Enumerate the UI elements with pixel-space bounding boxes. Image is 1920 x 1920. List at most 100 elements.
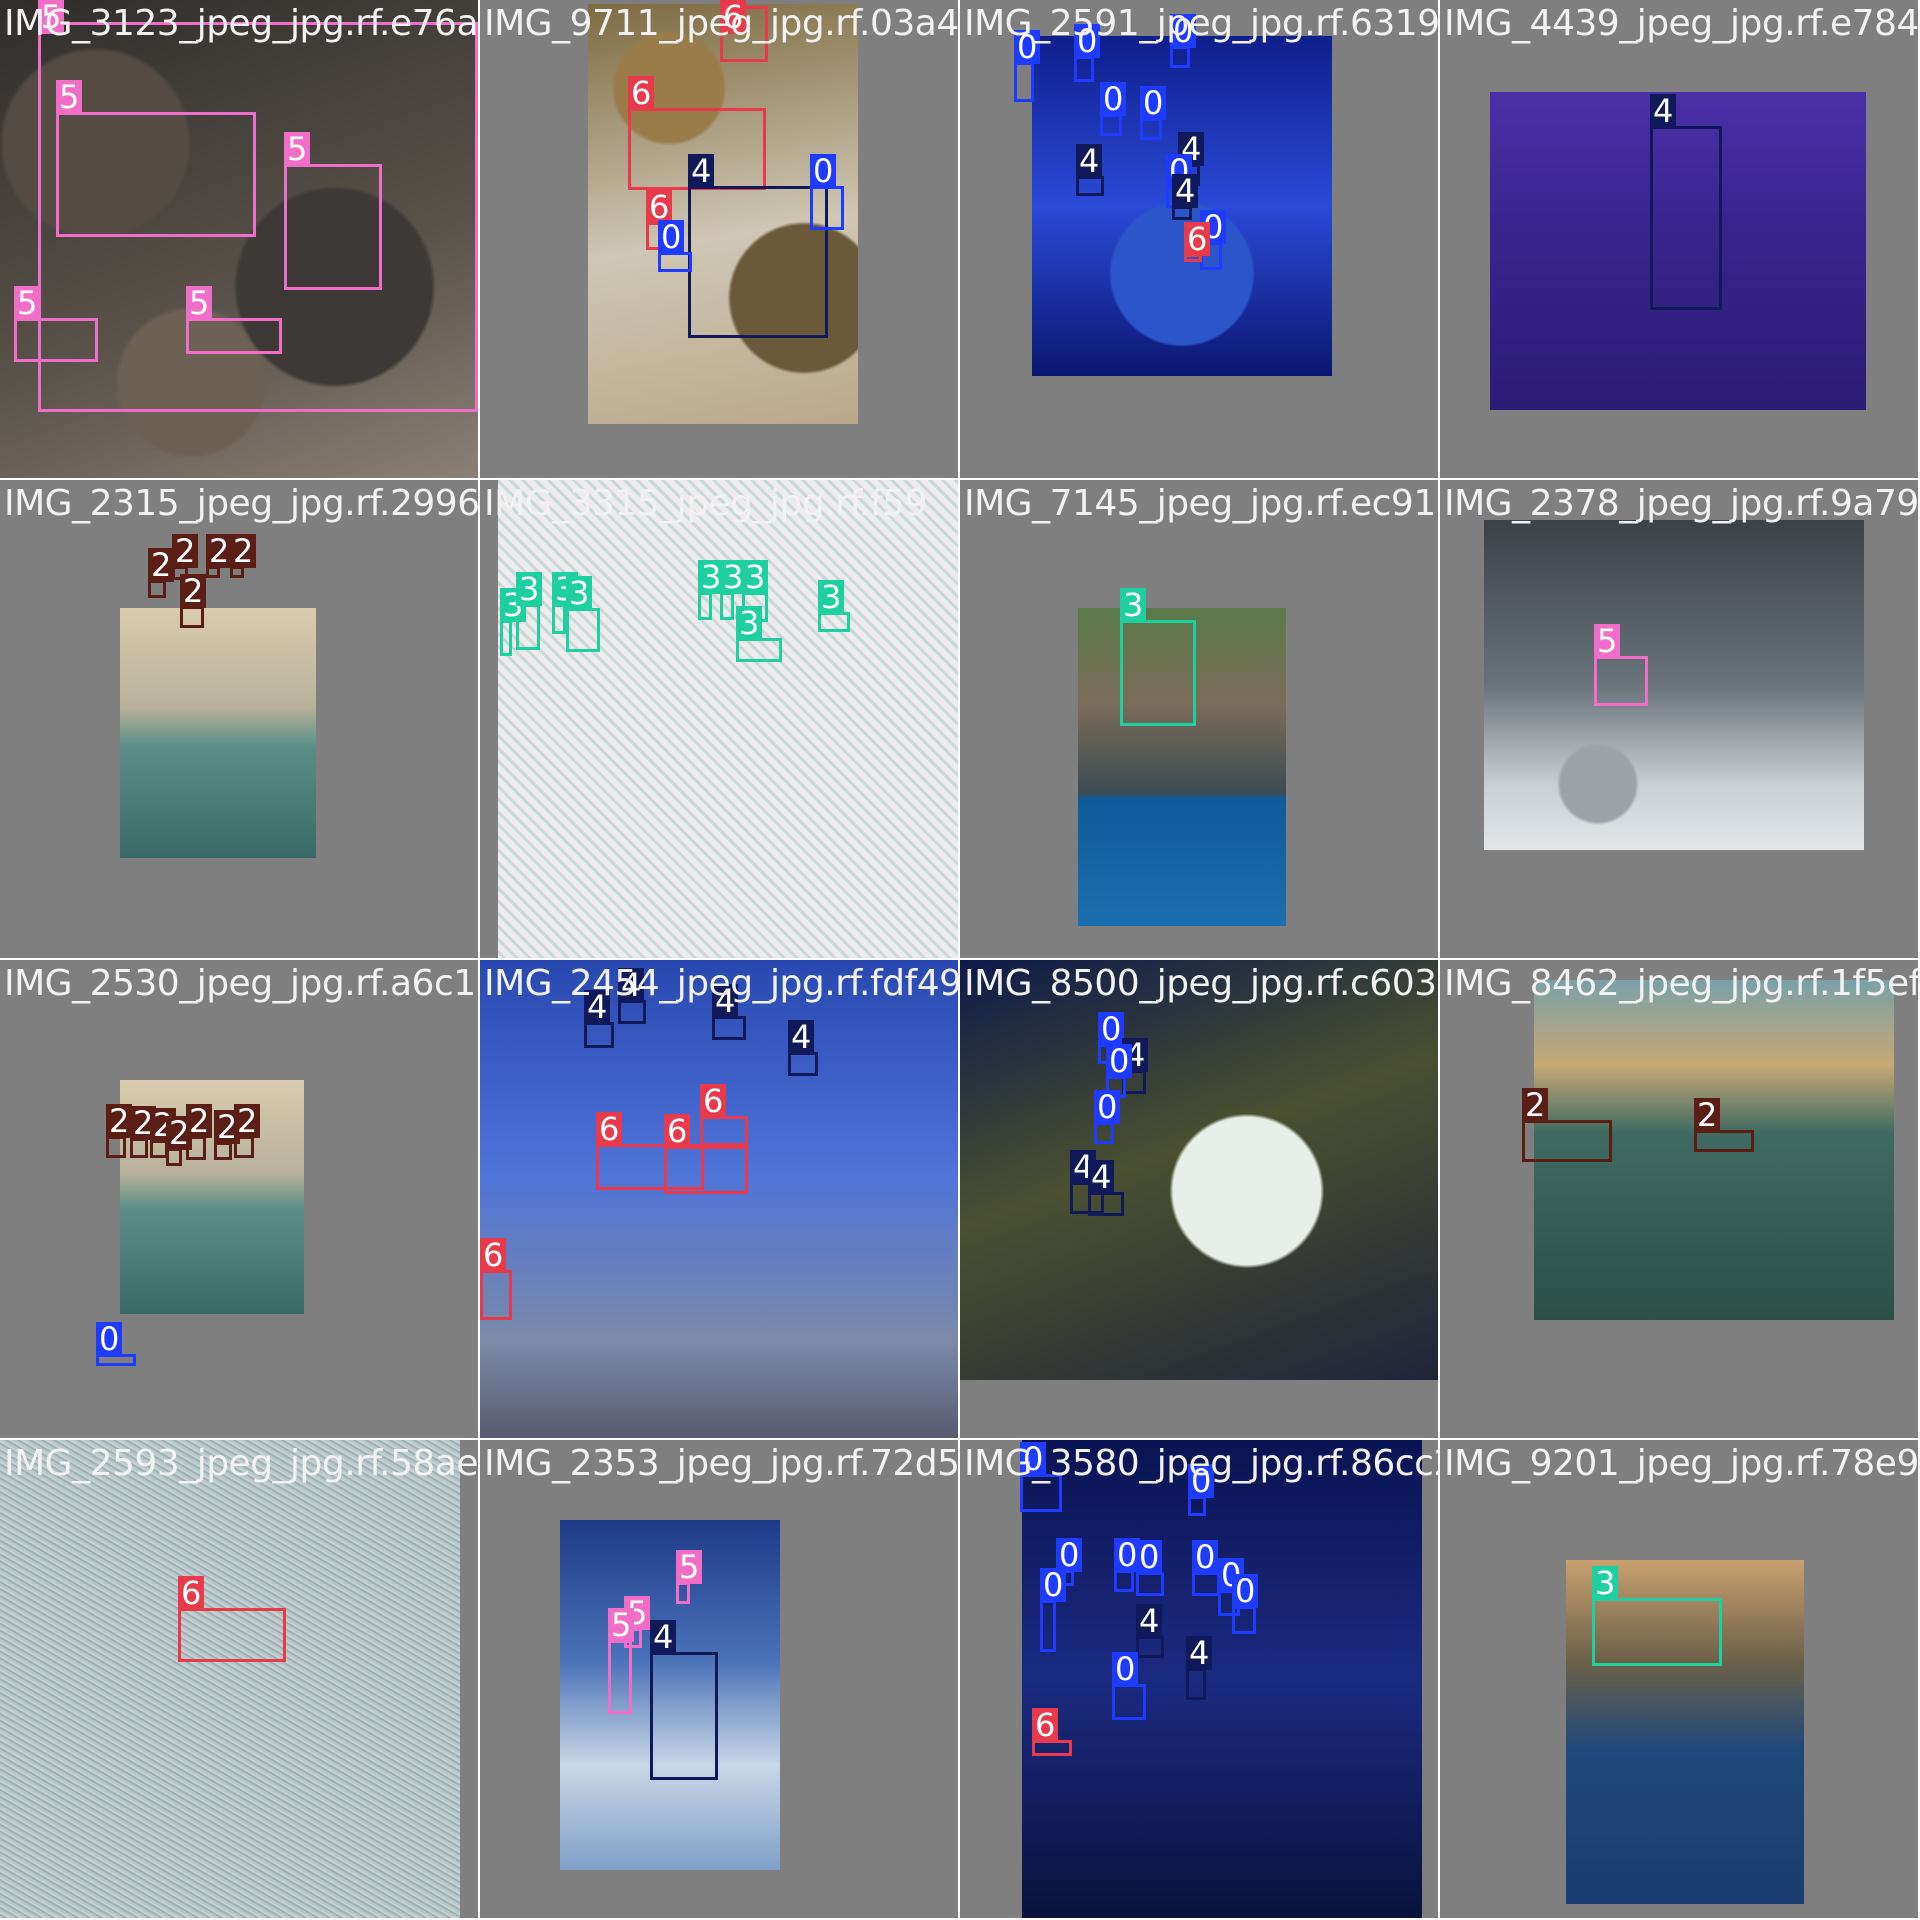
mosaic-tile: 3 IMG_9201_jpeg_jpg.rf.78e9	[1440, 1440, 1918, 1918]
bounding-box	[1040, 1600, 1056, 1652]
mosaic-tile: 6 IMG_2593_jpeg_jpg.rf.58ae	[0, 1440, 478, 1918]
box-class-label: 2	[180, 574, 207, 608]
box-class-label: 4	[688, 154, 715, 188]
tile-filename: IMG_2353_jpeg_jpg.rf.72d5	[484, 1443, 958, 1484]
box-class-label: 0	[96, 1322, 123, 1356]
box-class-label: 5	[608, 1608, 635, 1642]
box-class-label: 2	[172, 534, 199, 568]
box-class-label: 0	[1098, 1012, 1125, 1046]
box-class-label: 3	[742, 560, 769, 594]
tile-filename: IMG_2591_jpeg_jpg.rf.6319b	[964, 3, 1438, 44]
mosaic-grid: 5 5 5 5 5 IMG_3123_jpeg_jpg.rf.e76afb 6 6 4 0 6 0 IM…	[0, 0, 1920, 1920]
bounding-box	[1522, 1120, 1612, 1162]
box-class-label: 2	[148, 548, 175, 582]
bounding-box	[14, 318, 98, 362]
aquarium-photo	[0, 1440, 460, 1918]
box-class-label: 4	[1088, 1160, 1115, 1194]
tile-filename: IMG_9711_jpeg_jpg.rf.03a4	[484, 3, 958, 44]
tile-filename: IMG_9201_jpeg_jpg.rf.78e9	[1444, 1443, 1918, 1484]
box-class-label: 2	[234, 1104, 261, 1138]
box-class-label: 3	[1120, 588, 1147, 622]
mosaic-tile: 040044IMG_8500_jpeg_jpg.rf.c6030dc16	[960, 960, 1438, 1438]
box-class-label: 6	[178, 1576, 205, 1610]
box-class-label: 0	[1112, 1652, 1139, 1686]
box-class-label: 6	[1184, 222, 1211, 256]
bounding-box	[1650, 126, 1722, 310]
box-class-label: 5	[14, 286, 41, 320]
aquarium-photo	[120, 608, 316, 858]
mosaic-tile: 0 0 0 0 0 4 4 0 4 0 6 IMG_2591_jpeg_jpg.rf.6319b	[960, 0, 1438, 478]
bounding-box	[1014, 62, 1034, 102]
aquarium-photo	[1484, 520, 1864, 850]
box-class-label: 2	[230, 534, 257, 568]
box-class-label: 0	[1140, 86, 1167, 120]
tile-filename: IMG_3315_jpeg_jpg.rf.f59	[484, 483, 927, 524]
bounding-box	[480, 1270, 512, 1320]
box-class-label: 6	[700, 1084, 727, 1118]
bounding-box	[186, 318, 282, 354]
bounding-box	[500, 620, 512, 656]
box-class-label: 3	[1592, 1566, 1619, 1600]
box-class-label: 2	[1522, 1088, 1549, 1122]
mosaic-tile: 2 2 2 2 2 IMG_2315_jpeg_jpg.rf.2996	[0, 480, 478, 958]
box-class-label: 6	[480, 1238, 507, 1272]
box-class-label: 2	[106, 1104, 133, 1138]
box-class-label: 6	[596, 1112, 623, 1146]
tile-filename: IMG_2530_jpeg_jpg.rf.a6c1	[4, 963, 476, 1004]
box-class-label: 2	[206, 534, 233, 568]
box-class-label: 4	[788, 1020, 815, 1054]
box-class-label: 4	[1172, 174, 1199, 208]
mosaic-tile: 2 2 IMG_8462_jpeg_jpg.rf.1f5ef	[1440, 960, 1918, 1438]
box-class-label: 6	[1032, 1708, 1059, 1742]
box-class-label: 0	[1040, 1568, 1067, 1602]
mosaic-tile: 5 5 5 4 IMG_2353_jpeg_jpg.rf.72d5	[480, 1440, 958, 1918]
bounding-box	[1112, 1684, 1146, 1720]
box-class-label: 4	[1186, 1636, 1213, 1670]
bounding-box	[1186, 1668, 1206, 1700]
box-class-label: 4	[1650, 94, 1677, 128]
box-class-label: 4	[1136, 1604, 1163, 1638]
bounding-box	[566, 608, 600, 652]
tile-filename: IMG_3123_jpeg_jpg.rf.e76afb	[4, 3, 478, 44]
box-class-label: 0	[1094, 1090, 1121, 1124]
bounding-box	[698, 592, 712, 620]
tile-filename: IMG_2315_jpeg_jpg.rf.2996	[4, 483, 478, 524]
box-class-label: 5	[56, 80, 83, 114]
box-class-label: 0	[658, 220, 685, 254]
mosaic-tile: 4 4 4 4 6 6 6 6 IMG_2454_jpeg_jpg.rf.fdf49	[480, 960, 958, 1438]
box-class-label: 3	[516, 572, 543, 606]
box-class-label: 0	[810, 154, 837, 188]
tile-filename: IMG_4439_jpeg_jpg.rf.e784fd1e3	[1444, 3, 1918, 44]
bounding-box	[1120, 620, 1196, 726]
box-class-label: 3	[736, 606, 763, 640]
tile-filename: IMG_2593_jpeg_jpg.rf.58ae	[4, 1443, 478, 1484]
mosaic-tile: 2 2 2 2 2 2 2 0 IMG_2530_jpeg_jpg.rf.a6c1	[0, 960, 478, 1438]
tile-filename: IMG_2454_jpeg_jpg.rf.fdf49	[484, 963, 958, 1004]
box-class-label: 5	[284, 132, 311, 166]
mosaic-tile: 5 5 5 5 5 IMG_3123_jpeg_jpg.rf.e76afb	[0, 0, 478, 478]
box-class-label: 4	[650, 1620, 677, 1654]
aquarium-photo	[498, 480, 958, 958]
box-class-label: 0	[1106, 1044, 1133, 1078]
aquarium-photo	[1022, 1440, 1422, 1918]
bounding-box	[664, 1146, 748, 1194]
mosaic-tile: 5 IMG_2378_jpeg_jpg.rf.9a79	[1440, 480, 1918, 958]
tile-filename: IMG_3580_jpeg_jpg.rf.86cc2	[964, 1443, 1438, 1484]
box-class-label: 0	[1192, 1540, 1219, 1574]
mosaic-tile: 6 6 4 0 6 0 IMG_9711_jpeg_jpg.rf.03a4	[480, 0, 958, 478]
tile-filename: IMG_8462_jpeg_jpg.rf.1f5ef	[1444, 963, 1918, 1004]
box-class-label: 2	[186, 1104, 213, 1138]
bounding-box	[56, 112, 256, 237]
box-class-label: 0	[1136, 1540, 1163, 1574]
bounding-box	[608, 1640, 632, 1714]
bounding-box	[284, 164, 382, 290]
box-class-label: 6	[628, 76, 655, 110]
box-class-label: 5	[1594, 624, 1621, 658]
mosaic-tile: 0000000004046IMG_3580_jpeg_jpg.rf.86cc2	[960, 1440, 1438, 1918]
tile-filename: IMG_7145_jpeg_jpg.rf.ec910	[964, 483, 1438, 524]
bounding-box	[552, 604, 566, 634]
box-class-label: 0	[1232, 1574, 1259, 1608]
bounding-box	[688, 186, 828, 338]
mosaic-tile: 3 IMG_7145_jpeg_jpg.rf.ec910	[960, 480, 1438, 958]
box-class-label: 5	[186, 286, 213, 320]
